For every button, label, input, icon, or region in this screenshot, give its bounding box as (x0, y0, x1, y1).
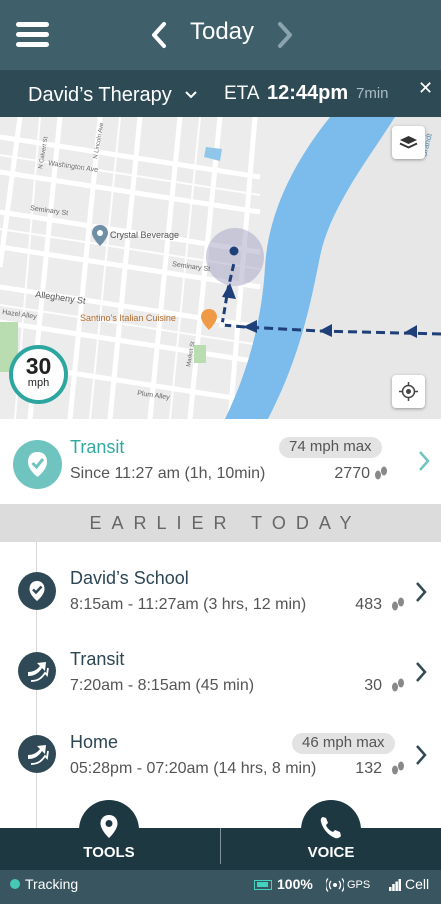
footsteps-icon (392, 597, 404, 611)
entry-title: Home (70, 732, 119, 752)
restaurant-pin-icon (201, 309, 217, 330)
current-activity-title: Transit (70, 437, 125, 457)
check-circle-icon (13, 440, 62, 489)
tracking-status: Tracking (25, 876, 79, 892)
section-title: EARLIER TODAY (89, 513, 362, 533)
chevron-right-icon[interactable] (274, 20, 296, 50)
tracking-dot-icon (10, 879, 20, 889)
day-title: Today (189, 18, 255, 45)
top-bar: Today (0, 0, 441, 70)
step-count: 483 (355, 596, 382, 613)
list-item[interactable]: Home 46 mph max 05:28pm - 07:20am (14 hr… (0, 714, 441, 794)
chevron-right-icon[interactable] (417, 449, 431, 473)
eta-time: 12:44pm (267, 82, 349, 104)
entry-subtitle: 7:20am - 8:15am (45 min) (70, 677, 255, 694)
max-speed-badge: 46 mph max (292, 733, 395, 754)
current-activity-subtitle: Since 11:27 am (1h, 10min) (70, 465, 266, 482)
nav-divider (220, 828, 221, 864)
chevron-right-icon[interactable] (414, 580, 428, 604)
check-circle-icon (18, 572, 56, 610)
entry-title: David’s School (70, 568, 189, 588)
gps-signal-icon (326, 878, 344, 892)
battery-icon (254, 880, 272, 890)
gps-label: GPS (347, 879, 371, 891)
location-accuracy-circle (206, 228, 264, 286)
cell-label: Cell (405, 876, 430, 892)
chevron-down-icon (185, 91, 197, 99)
eta-duration: 7min (356, 85, 389, 102)
app-screen: Today David’s Therapy ETA 12:44pm 7min ✕ (0, 0, 441, 904)
destination-name: David’s Therapy (28, 83, 172, 106)
section-header: EARLIER TODAY (0, 504, 441, 542)
entry-subtitle: 05:28pm - 07:20am (14 hrs, 8 min) (70, 760, 317, 777)
locate-me-icon[interactable] (392, 375, 425, 408)
current-activity-row[interactable]: Transit Since 11:27 am (1h, 10min) 74 mp… (0, 419, 441, 504)
cell-signal-icon (389, 879, 401, 891)
list-item[interactable]: David’s School 8:15am - 11:27am (3 hrs, … (0, 550, 441, 630)
step-count: 30 (364, 677, 382, 694)
layers-icon[interactable] (392, 126, 425, 159)
map-label-santinos: Santino’s Italian Cuisine (80, 313, 176, 323)
transit-arrow-icon (18, 652, 56, 690)
max-speed-badge: 74 mph max (279, 437, 382, 458)
speed-value: 30 (25, 353, 52, 379)
map-label-crystal-beverage: Crystal Beverage (110, 230, 179, 240)
tools-label[interactable]: TOOLS (59, 844, 159, 861)
transit-arrow-icon (18, 735, 56, 773)
close-icon[interactable]: ✕ (418, 78, 433, 99)
speed-indicator: 30 mph (9, 345, 68, 404)
footsteps-icon (392, 761, 404, 775)
destination-bar: David’s Therapy ETA 12:44pm 7min ✕ (0, 70, 441, 117)
hamburger-menu-icon[interactable] (16, 20, 49, 50)
footsteps-icon (392, 678, 404, 692)
footsteps-icon (375, 466, 387, 480)
destination-dropdown[interactable]: David’s Therapy (28, 83, 198, 107)
speed-unit: mph (27, 377, 50, 389)
chevron-left-icon[interactable] (148, 20, 170, 50)
chevron-right-icon[interactable] (414, 743, 428, 767)
eta-label: ETA (224, 83, 260, 104)
step-count: 132 (355, 760, 382, 777)
entry-title: Transit (70, 649, 125, 669)
list-item[interactable]: Transit 7:20am - 8:15am (45 min) 30 (0, 631, 441, 711)
battery-level: 100% (277, 876, 313, 892)
entry-subtitle: 8:15am - 11:27am (3 hrs, 12 min) (70, 596, 307, 613)
status-bar: Tracking 100% GPS Cell (0, 870, 441, 904)
chevron-right-icon[interactable] (414, 660, 428, 684)
voice-label[interactable]: VOICE (281, 844, 381, 861)
step-count: 2770 (334, 465, 370, 482)
